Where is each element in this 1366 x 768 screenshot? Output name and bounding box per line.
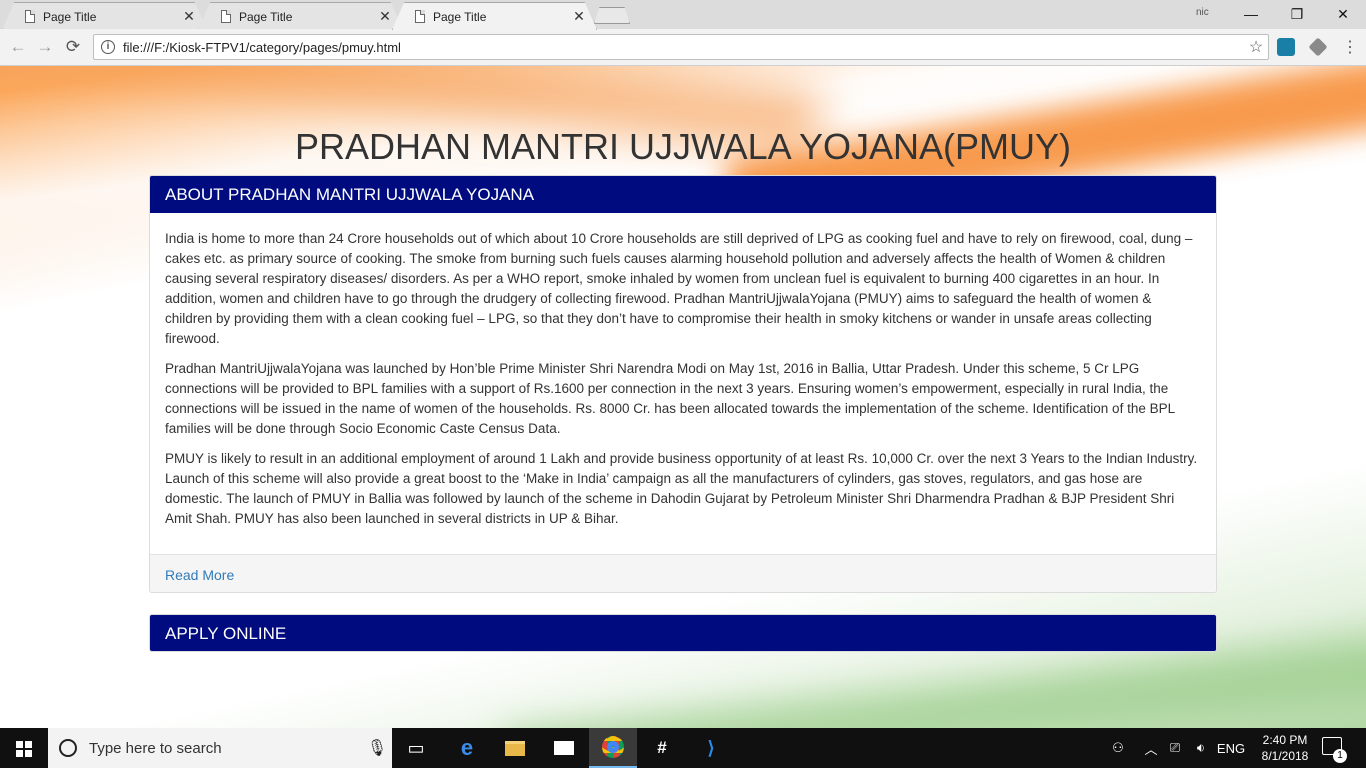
tab-close-icon[interactable]: ✕ (572, 8, 586, 25)
page-title: PRADHAN MANTRI UJJWALA YOJANA(PMUY) (294, 126, 1072, 167)
slack-icon[interactable]: # (638, 728, 686, 768)
chevron-up-icon[interactable]: ︿ (1143, 728, 1159, 768)
address-bar[interactable]: i file:///F:/Kiosk-FTPV1/category/pages/… (93, 34, 1269, 60)
reload-button[interactable]: ⟳ (63, 37, 83, 57)
read-more-link[interactable]: Read More (165, 567, 234, 583)
extension-icon[interactable] (1277, 38, 1295, 56)
about-panel-body: India is home to more than 24 Crore hous… (150, 213, 1216, 554)
tab-strip: Page Title ✕ Page Title ✕ Page Title ✕ n… (0, 0, 1366, 30)
tab-close-icon[interactable]: ✕ (378, 8, 392, 25)
url-text[interactable]: file:///F:/Kiosk-FTPV1/category/pages/pm… (123, 40, 1244, 55)
browser-tab-1[interactable]: Page Title ✕ (2, 2, 207, 30)
document-icon (221, 10, 231, 23)
profile-label[interactable]: nic (1196, 7, 1209, 18)
tab-title: Page Title (239, 9, 293, 24)
about-paragraph: PMUY is likely to result in an additiona… (165, 451, 1198, 526)
back-button[interactable]: ← (8, 37, 28, 57)
notification-badge: 1 (1333, 749, 1347, 763)
about-panel: ABOUT PRADHAN MANTRI UJJWALA YOJANA Indi… (149, 175, 1217, 593)
about-panel-footer: Read More (150, 554, 1216, 592)
microphone-icon[interactable]: 🎙 (362, 738, 392, 758)
close-window-button[interactable]: ✕ (1320, 3, 1366, 25)
menu-icon[interactable]: ⋮ (1342, 37, 1358, 57)
language-indicator[interactable]: ENG (1217, 728, 1245, 768)
tab-title: Page Title (43, 9, 97, 24)
cortana-icon (59, 739, 77, 757)
apply-online-heading[interactable]: APPLY ONLINE (150, 615, 1216, 651)
taskbar-search[interactable]: Type here to search 🎙 (48, 728, 392, 768)
about-panel-heading: ABOUT PRADHAN MANTRI UJJWALA YOJANA (150, 176, 1216, 213)
clock-date: 8/1/2018 (1261, 749, 1309, 763)
new-tab-button[interactable] (594, 7, 630, 24)
network-icon[interactable]: ⎚ (1166, 728, 1184, 768)
clock-time: 2:40 PM (1262, 733, 1308, 747)
people-icon[interactable]: ⚇ (1108, 728, 1128, 768)
about-paragraph: India is home to more than 24 Crore hous… (165, 231, 1193, 346)
browser-toolbar: ← → ⟳ i file:///F:/Kiosk-FTPV1/category/… (0, 29, 1366, 66)
tab-close-icon[interactable]: ✕ (182, 8, 196, 25)
taskbar: Type here to search 🎙 ▭ e # ⟩ ⚇ ︿ ⎚ 🔉︎ E… (0, 728, 1366, 768)
search-placeholder[interactable]: Type here to search (89, 740, 362, 757)
bookmark-star-icon[interactable]: ☆ (1244, 37, 1268, 57)
volume-icon[interactable]: 🔉︎ (1191, 728, 1211, 768)
apply-online-panel[interactable]: APPLY ONLINE (149, 614, 1217, 652)
windows-logo-icon (16, 741, 32, 757)
document-icon (25, 10, 35, 23)
tab-title: Page Title (433, 9, 487, 24)
edge-icon[interactable]: e (443, 728, 491, 768)
maximize-button[interactable]: ❐ (1274, 3, 1320, 25)
browser-tab-2[interactable]: Page Title ✕ (198, 2, 403, 30)
task-view-icon[interactable]: ▭ (392, 728, 440, 768)
about-paragraph: Pradhan MantriUjjwalaYojana was launched… (165, 361, 1175, 436)
clock[interactable]: 2:40 PM 8/1/2018 (1255, 732, 1315, 764)
page-viewport: PRADHAN MANTRI UJJWALA YOJANA(PMUY) ABOU… (0, 66, 1366, 728)
minimize-button[interactable]: — (1228, 3, 1274, 25)
vscode-icon[interactable]: ⟩ (687, 728, 735, 768)
info-icon[interactable]: i (101, 40, 115, 54)
start-button[interactable] (0, 728, 48, 768)
extension-icon[interactable] (1308, 37, 1328, 57)
document-icon (415, 10, 425, 23)
browser-tab-3-active[interactable]: Page Title ✕ (392, 2, 597, 30)
mail-icon[interactable] (540, 728, 588, 768)
forward-button[interactable]: → (35, 37, 55, 57)
chrome-icon[interactable] (589, 728, 637, 768)
file-explorer-icon[interactable] (491, 728, 539, 768)
